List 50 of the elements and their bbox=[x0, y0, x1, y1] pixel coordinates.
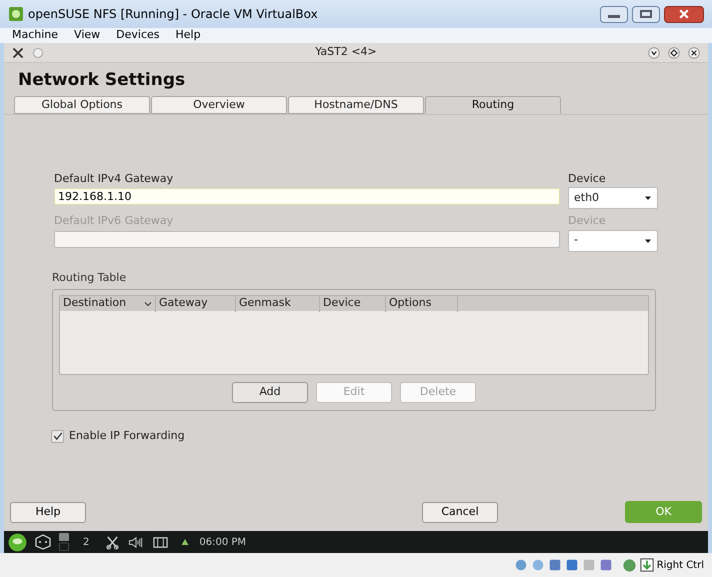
clock: 06:00 PM bbox=[199, 536, 246, 550]
arrow-down-icon bbox=[640, 558, 654, 572]
window-title: openSUSE NFS [Running] - Oracle VM VirtualBox bbox=[28, 6, 318, 23]
host-key-label: Right Ctrl bbox=[656, 558, 704, 572]
field-label: Default IPv6 Gateway bbox=[54, 213, 174, 229]
maximize-button[interactable] bbox=[632, 6, 660, 22]
app-icon bbox=[8, 6, 24, 22]
minimize-icon bbox=[648, 46, 660, 58]
pager-icon bbox=[59, 533, 69, 551]
menu-item[interactable]: Machine bbox=[12, 27, 58, 44]
group-title: Routing Table bbox=[52, 270, 128, 286]
check-icon bbox=[52, 431, 62, 442]
help-button[interactable]: Help bbox=[10, 502, 86, 522]
yast-title: YaST2 <4> bbox=[315, 44, 377, 60]
caret-icon bbox=[644, 236, 652, 244]
minimize-button[interactable] bbox=[600, 6, 628, 22]
menu-item[interactable]: View bbox=[74, 27, 100, 44]
page-heading: Network Settings bbox=[17, 69, 186, 92]
tab[interactable]: Overview bbox=[151, 96, 287, 114]
checkbox[interactable] bbox=[51, 430, 64, 443]
caret-icon bbox=[644, 194, 652, 202]
column-header[interactable]: Gateway bbox=[159, 295, 208, 312]
close-button[interactable] bbox=[664, 6, 704, 22]
desktop-number[interactable]: 2 bbox=[83, 534, 90, 550]
close-icon bbox=[678, 8, 690, 20]
field-label: Device bbox=[568, 170, 607, 186]
cancel-button[interactable]: Cancel bbox=[422, 502, 498, 522]
column-header[interactable]: Options bbox=[389, 295, 432, 312]
maximize-icon bbox=[668, 46, 680, 58]
checkbox-label: Enable IP Forwarding bbox=[69, 428, 185, 444]
menu-item[interactable]: Help bbox=[176, 27, 201, 44]
arrow-up-icon bbox=[181, 538, 190, 546]
tab[interactable]: Hostname/DNS bbox=[288, 96, 424, 114]
column-header[interactable]: Destination bbox=[63, 295, 126, 312]
gateway-field[interactable]: 192.168.1.10 bbox=[54, 188, 560, 205]
device-dropdown[interactable]: eth0 bbox=[568, 187, 658, 209]
sort-icon bbox=[144, 300, 152, 308]
speaker-icon bbox=[128, 534, 144, 550]
tab[interactable]: Global Options bbox=[14, 96, 150, 114]
scissors-icon bbox=[105, 534, 120, 550]
table-button[interactable]: Add bbox=[232, 382, 308, 403]
close-icon bbox=[688, 46, 700, 58]
column-header[interactable]: Device bbox=[323, 295, 361, 312]
tools-icon bbox=[12, 46, 24, 58]
field-label: Device bbox=[568, 213, 607, 229]
column-header[interactable]: Genmask bbox=[239, 295, 291, 312]
tab[interactable]: Routing bbox=[425, 96, 561, 114]
menu-item[interactable]: Devices bbox=[116, 27, 160, 44]
field-label: Default IPv4 Gateway bbox=[54, 170, 174, 186]
start-menu-icon bbox=[8, 532, 27, 552]
